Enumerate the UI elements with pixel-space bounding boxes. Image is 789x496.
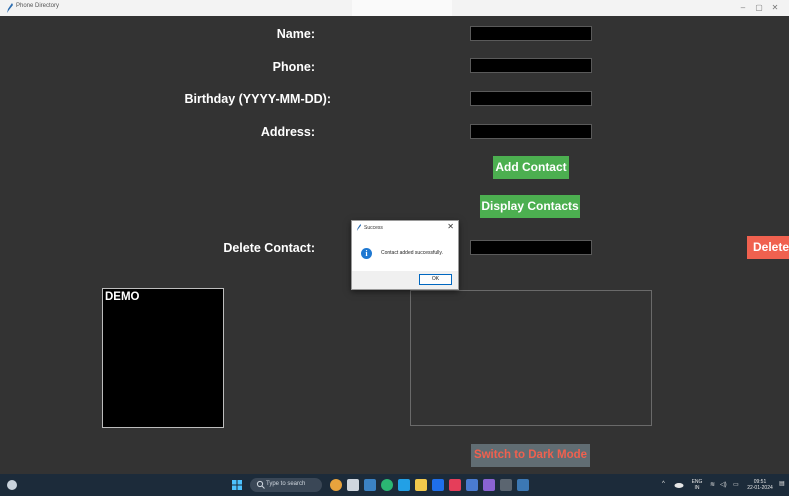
search-icon [256,480,265,489]
volume-icon[interactable]: ◁) [720,481,727,488]
python-icon[interactable] [517,479,529,491]
switch-dark-mode-button[interactable]: Switch to Dark Mode [471,444,590,467]
delete-contact-input[interactable] [470,240,592,255]
contacts-listbox[interactable] [410,290,652,426]
language-indicator[interactable]: ENG IN [688,479,706,491]
edge-browser-icon[interactable] [381,479,393,491]
dialog-message: Contact added successfully. [381,250,443,256]
mcafee-icon[interactable] [449,479,461,491]
vscode-icon[interactable] [398,479,410,491]
windows-start-icon[interactable] [232,480,242,490]
address-label: Address: [260,125,315,139]
name-label: Name: [276,27,315,41]
tk-feather-icon [356,224,362,231]
file-explorer-icon[interactable] [415,479,427,491]
battery-icon[interactable]: ▭ [733,481,739,488]
search-placeholder: Type to search [266,481,306,487]
clock-date: 22-01-2024 [747,485,773,491]
widget-app-icon[interactable] [330,479,342,491]
window-title-bar: Phone Directory – ▢ ✕ [0,0,789,16]
taskbar: Type to search ^ ENG IN ≋ ◁) ▭ 09:51 22-… [0,474,789,496]
success-dialog: Success ✕ i Contact added successfully. … [351,220,459,290]
delete-button[interactable]: Delete [747,236,789,259]
birthday-label: Birthday (YYYY-MM-DD): [184,92,331,106]
clock[interactable]: 09:51 22-01-2024 [744,479,776,491]
terminal-icon[interactable] [500,479,512,491]
maximize-button[interactable]: ▢ [752,2,766,14]
linkedin-icon[interactable] [432,479,444,491]
wifi-icon[interactable]: ≋ [710,481,715,488]
close-button[interactable]: ✕ [768,2,782,14]
dialog-close-icon[interactable]: ✕ [447,222,454,231]
phone-input[interactable] [470,58,592,73]
ok-button[interactable]: OK [419,274,452,285]
taskbar-search[interactable]: Type to search [250,478,322,492]
tray-chevron-icon[interactable]: ^ [662,481,665,487]
tk-feather-icon [7,3,13,13]
chat-app-icon[interactable] [364,479,376,491]
birthday-input[interactable] [470,91,592,106]
minimize-button[interactable]: – [736,2,750,14]
delete-contact-label: Delete Contact: [223,241,315,255]
demo-canvas: DEMO [102,288,224,428]
add-contact-button[interactable]: Add Contact [493,156,569,179]
dialog-title: Success [364,225,383,231]
window-title: Phone Directory [16,3,60,9]
visual-studio-icon[interactable] [483,479,495,491]
info-icon: i [361,248,372,259]
language-region: IN [694,485,700,491]
task-view-icon[interactable] [347,479,359,491]
demo-label: DEMO [105,291,140,303]
phone-label: Phone: [272,60,315,74]
name-input[interactable] [470,26,592,41]
dialog-footer: OK [352,271,458,289]
display-contacts-button[interactable]: Display Contacts [480,195,580,218]
weather-icon[interactable] [6,479,18,491]
notepad-icon[interactable] [466,479,478,491]
notification-icon[interactable]: ▤ [779,480,785,487]
onedrive-icon[interactable] [674,482,684,488]
address-input[interactable] [470,124,592,139]
title-bar-tab [352,0,452,16]
